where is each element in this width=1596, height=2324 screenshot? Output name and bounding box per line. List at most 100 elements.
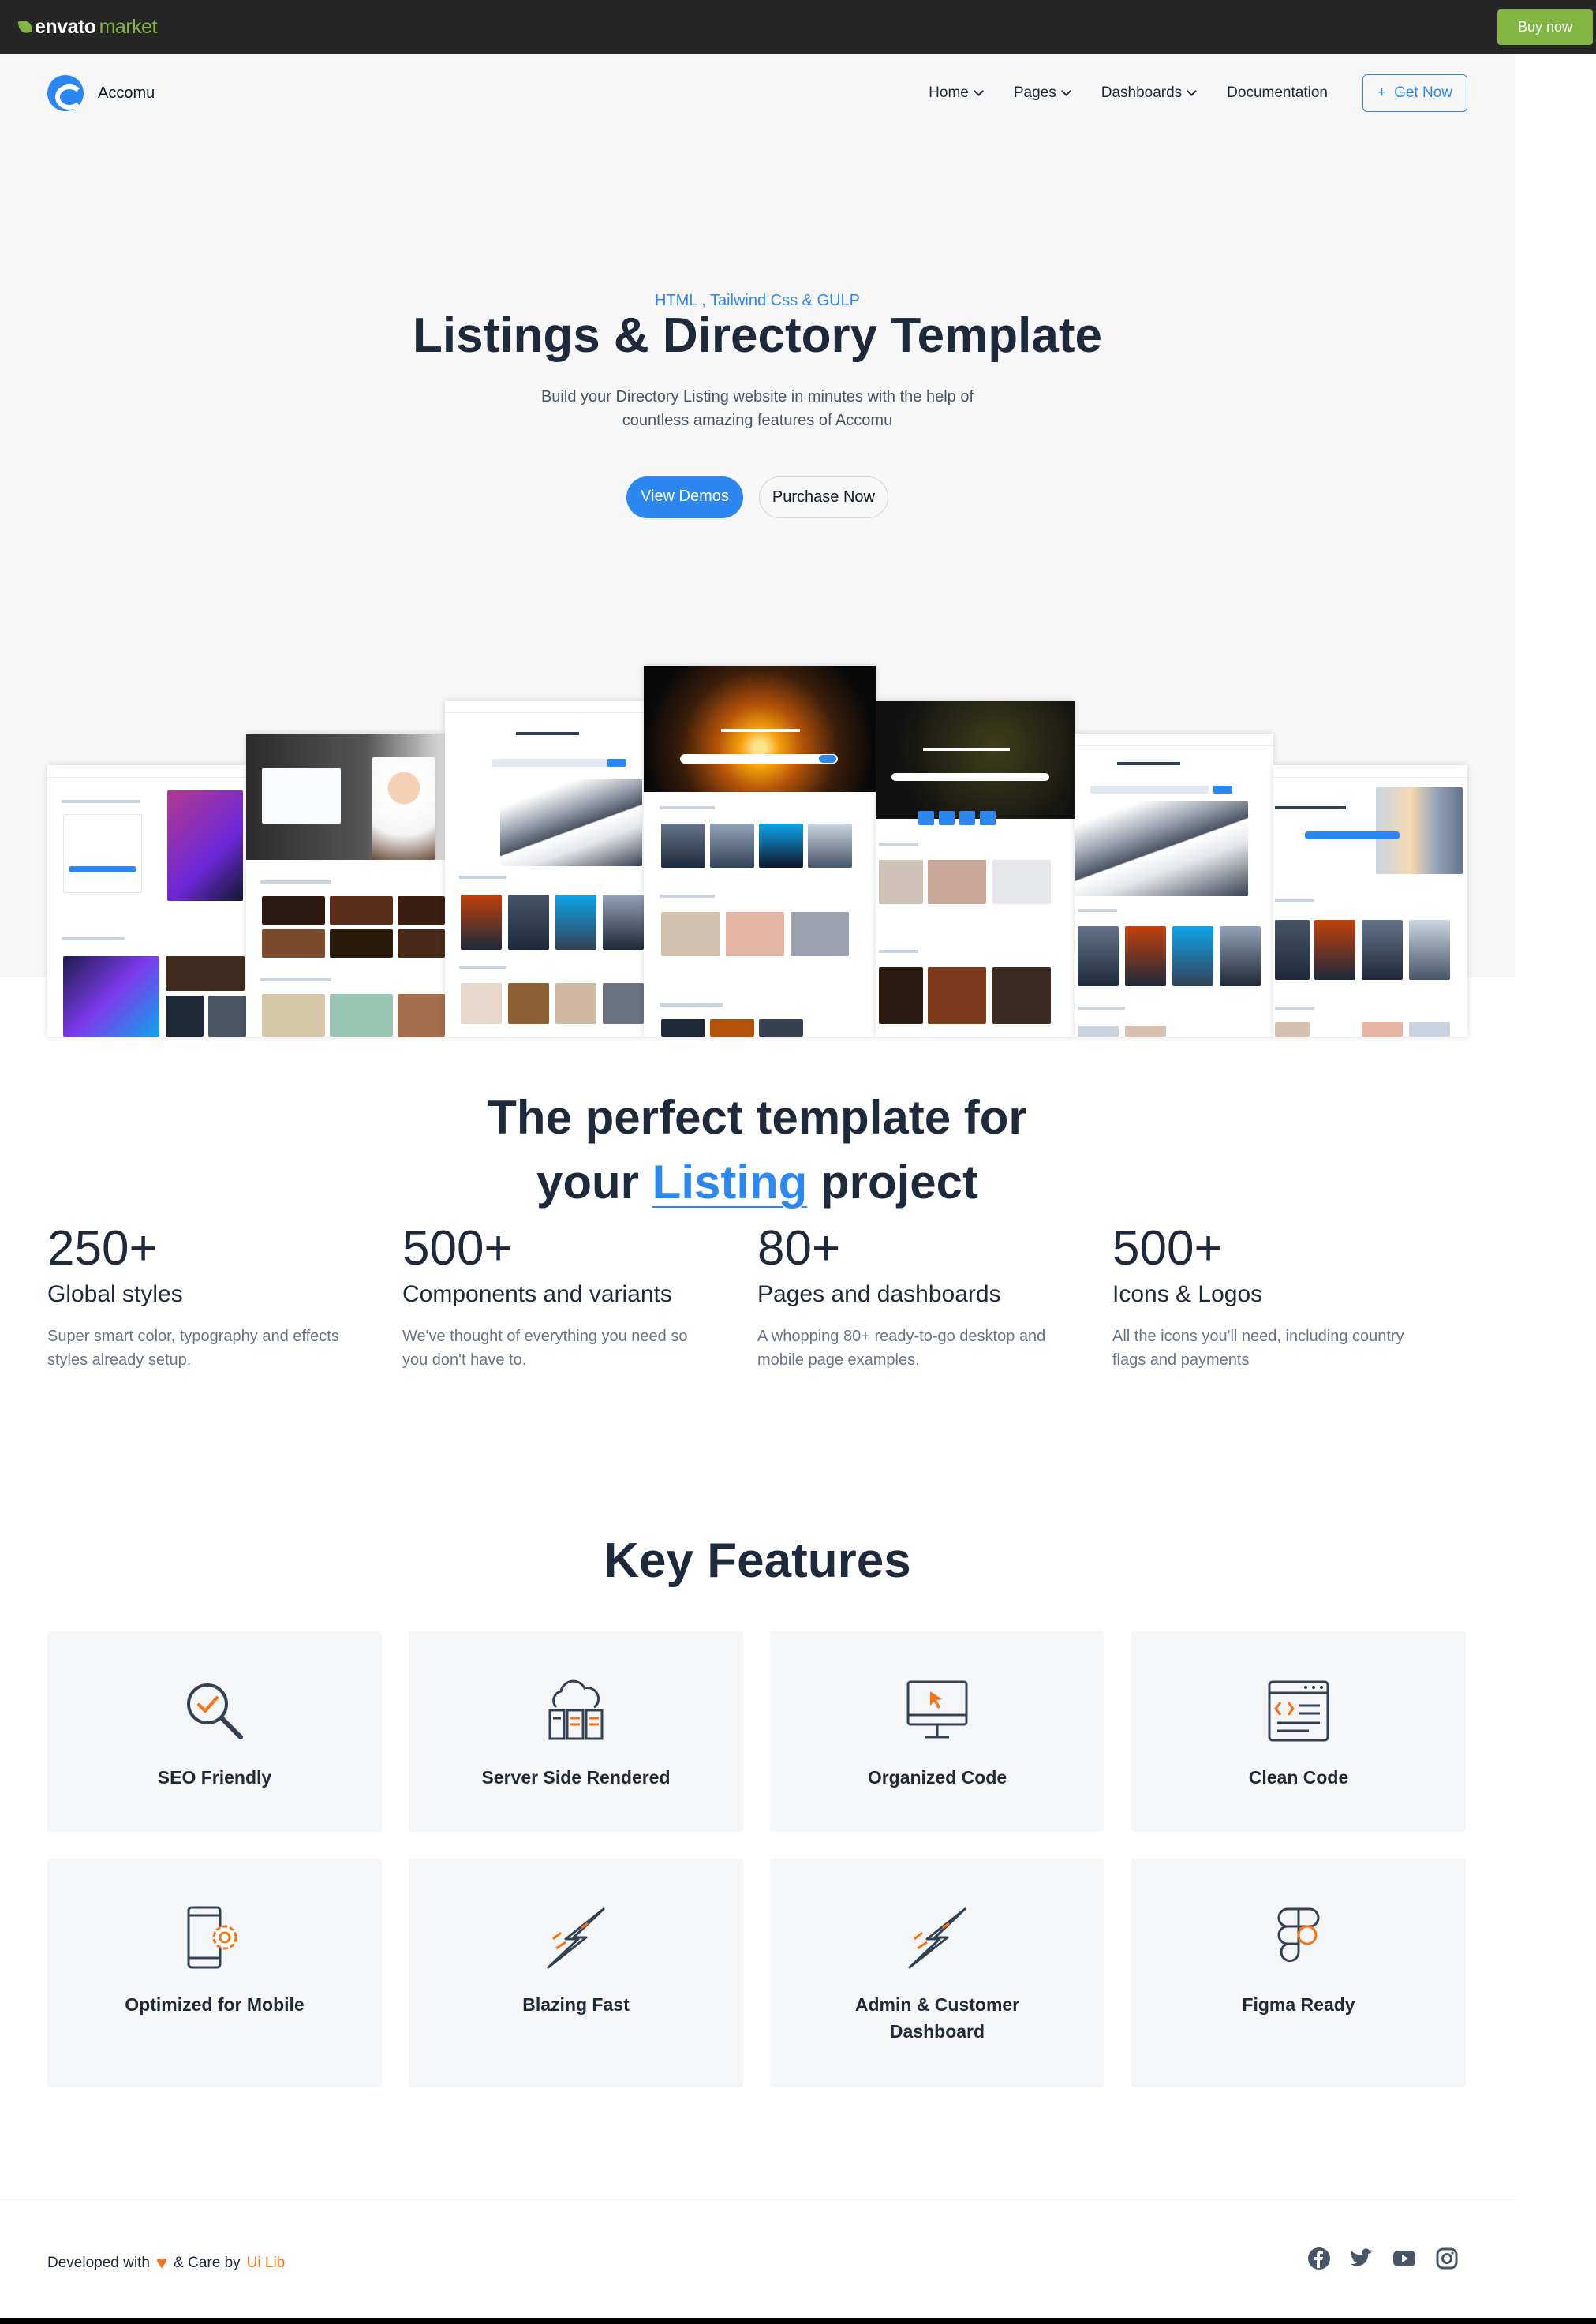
footer: Developed with ♥ & Care by Ui Lib: [0, 2199, 1515, 2324]
perfect-line2: your Listing project: [0, 1150, 1515, 1215]
landing-page: envato market Buy now Accomu Home Pages D…: [0, 0, 1596, 2324]
stat-label: Components and variants: [402, 1281, 672, 1307]
bottom-divider: [0, 2318, 1596, 2324]
stat-label: Global styles: [47, 1281, 183, 1307]
hero-subtitle: Build your Directory Listing website in …: [540, 388, 974, 429]
get-now-button[interactable]: + Get Now: [1362, 74, 1467, 112]
stat-global-styles: 250+ Global styles Super smart color, ty…: [47, 1219, 402, 1372]
nav-pages-label: Pages: [1013, 84, 1056, 101]
envato-leaf-icon: [17, 19, 33, 35]
demo-preview-nearby[interactable]: [445, 701, 644, 1037]
nav-dashboards[interactable]: Dashboards: [1101, 84, 1198, 102]
figma-icon: [1277, 1907, 1320, 1963]
stats-row: 250+ Global styles Super smart color, ty…: [47, 1219, 1467, 1372]
perfect-template-heading: The perfect template for your Listing pr…: [0, 1085, 1515, 1215]
stat-number: 500+: [402, 1221, 513, 1276]
chevron-down-icon: [1187, 86, 1198, 96]
envato-logo-main: envato: [35, 15, 96, 38]
accomu-logo-icon: [47, 75, 84, 111]
demo-preview-events[interactable]: [47, 765, 246, 1037]
feature-card-clean[interactable]: Clean Code: [1131, 1631, 1466, 1832]
mobile-gear-icon: [187, 1906, 237, 1969]
hero-title: Listings & Directory Template: [413, 308, 1102, 363]
feature-card-ssr[interactable]: Server Side Rendered: [409, 1631, 743, 1832]
stat-description: All the icons you'll need, including cou…: [1112, 1328, 1404, 1369]
nav-pages[interactable]: Pages: [1013, 84, 1071, 102]
right-gutter: [1515, 54, 1596, 2318]
feature-label: Server Side Rendered: [481, 1767, 671, 1788]
plus-icon: +: [1377, 84, 1387, 101]
stat-description: Super smart color, typography and effect…: [47, 1328, 339, 1369]
hero-buttons: View Demos Purchase Now: [0, 476, 1515, 518]
buy-now-button[interactable]: Buy now: [1497, 9, 1593, 45]
monitor-cursor-icon: [906, 1680, 968, 1739]
stat-label: Pages and dashboards: [757, 1281, 1001, 1307]
stat-description: A whopping 80+ ready-to-go desktop and m…: [757, 1328, 1046, 1369]
nav-documentation-label: Documentation: [1227, 84, 1328, 101]
feature-label: Optimized for Mobile: [125, 1994, 305, 2015]
feature-label: Organized Code: [867, 1767, 1007, 1788]
feature-label: Clean Code: [1248, 1767, 1349, 1788]
lightning-icon: [547, 1907, 605, 1969]
facebook-icon[interactable]: [1306, 2246, 1332, 2271]
hero: HTML , Tailwind Css & GULP Listings & Di…: [0, 133, 1515, 1037]
get-now-label: Get Now: [1394, 84, 1452, 101]
demo-preview-city[interactable]: [1273, 765, 1467, 1037]
content: Accomu Home Pages Dashboards Documentati…: [0, 54, 1515, 1037]
chevron-down-icon: [1060, 86, 1071, 96]
feature-card-organized[interactable]: Organized Code: [770, 1631, 1104, 1832]
nav-documentation[interactable]: Documentation: [1227, 84, 1328, 102]
demo-preview-restaurant[interactable]: [246, 734, 445, 1037]
demo-screenshots: [47, 666, 1467, 1037]
twitter-icon[interactable]: [1349, 2246, 1374, 2271]
perfect-accent: Listing: [652, 1156, 808, 1209]
feature-card-fast[interactable]: Blazing Fast: [409, 1859, 743, 2087]
stat-pages: 80+ Pages and dashboards A whopping 80+ …: [757, 1219, 1112, 1372]
footer-developed: Developed with: [47, 2255, 150, 2271]
nav-home[interactable]: Home: [929, 84, 984, 102]
perfect-pre: your: [536, 1156, 639, 1209]
demo-preview-dark[interactable]: [876, 701, 1075, 1037]
nav-home-label: Home: [929, 84, 969, 101]
demo-preview-main[interactable]: [644, 666, 876, 1037]
instagram-icon[interactable]: [1434, 2246, 1460, 2271]
stat-icons: 500+ Icons & Logos All the icons you'll …: [1112, 1219, 1467, 1372]
chevron-down-icon: [973, 86, 984, 96]
stat-components: 500+ Components and variants We've thoug…: [402, 1219, 757, 1372]
envato-logo[interactable]: envato market: [17, 15, 158, 39]
perfect-post: project: [820, 1156, 979, 1209]
feature-card-figma[interactable]: Figma Ready: [1131, 1859, 1466, 2087]
code-window-icon: [1268, 1680, 1329, 1742]
stat-number: 250+: [47, 1221, 158, 1276]
nav-links: Home Pages Dashboards Documentation + Get…: [929, 74, 1467, 112]
feature-card-dashboard[interactable]: Admin & Customer Dashboard: [770, 1859, 1104, 2087]
footer-credit: Developed with ♥ & Care by Ui Lib: [47, 2252, 285, 2274]
youtube-icon[interactable]: [1392, 2246, 1417, 2271]
stat-label: Icons & Logos: [1112, 1281, 1263, 1307]
feature-label: Admin & Customer Dashboard: [854, 1994, 1020, 2042]
footer-care: & Care by: [174, 2255, 241, 2271]
view-demos-button[interactable]: View Demos: [626, 476, 743, 518]
feature-card-mobile[interactable]: Optimized for Mobile: [47, 1859, 382, 2087]
brand[interactable]: Accomu: [47, 75, 155, 111]
lightning-icon: [908, 1907, 966, 1969]
stat-description: We've thought of everything you need so …: [402, 1328, 688, 1369]
key-features-heading: Key Features: [604, 1534, 911, 1588]
feature-label: Figma Ready: [1242, 1994, 1355, 2015]
features-grid: SEO Friendly Server Side Rendered Organi…: [47, 1631, 1467, 2087]
feature-card-seo[interactable]: SEO Friendly: [47, 1631, 382, 1832]
cloud-server-icon: [548, 1679, 604, 1740]
feature-label: Blazing Fast: [522, 1994, 630, 2015]
perfect-line1: The perfect template for: [488, 1091, 1027, 1144]
stat-number: 500+: [1112, 1221, 1223, 1276]
social-links: [1306, 2246, 1460, 2271]
seo-magnifier-icon: [187, 1683, 243, 1739]
feature-label: SEO Friendly: [157, 1767, 272, 1788]
demo-preview-architecture[interactable]: [1075, 734, 1273, 1037]
nav-dashboards-label: Dashboards: [1101, 84, 1183, 101]
purchase-now-button[interactable]: Purchase Now: [758, 476, 888, 518]
brand-name: Accomu: [98, 84, 155, 102]
stat-number: 80+: [757, 1221, 841, 1276]
envato-bar: envato market Buy now: [0, 0, 1596, 54]
footer-author-link[interactable]: Ui Lib: [247, 2255, 286, 2272]
